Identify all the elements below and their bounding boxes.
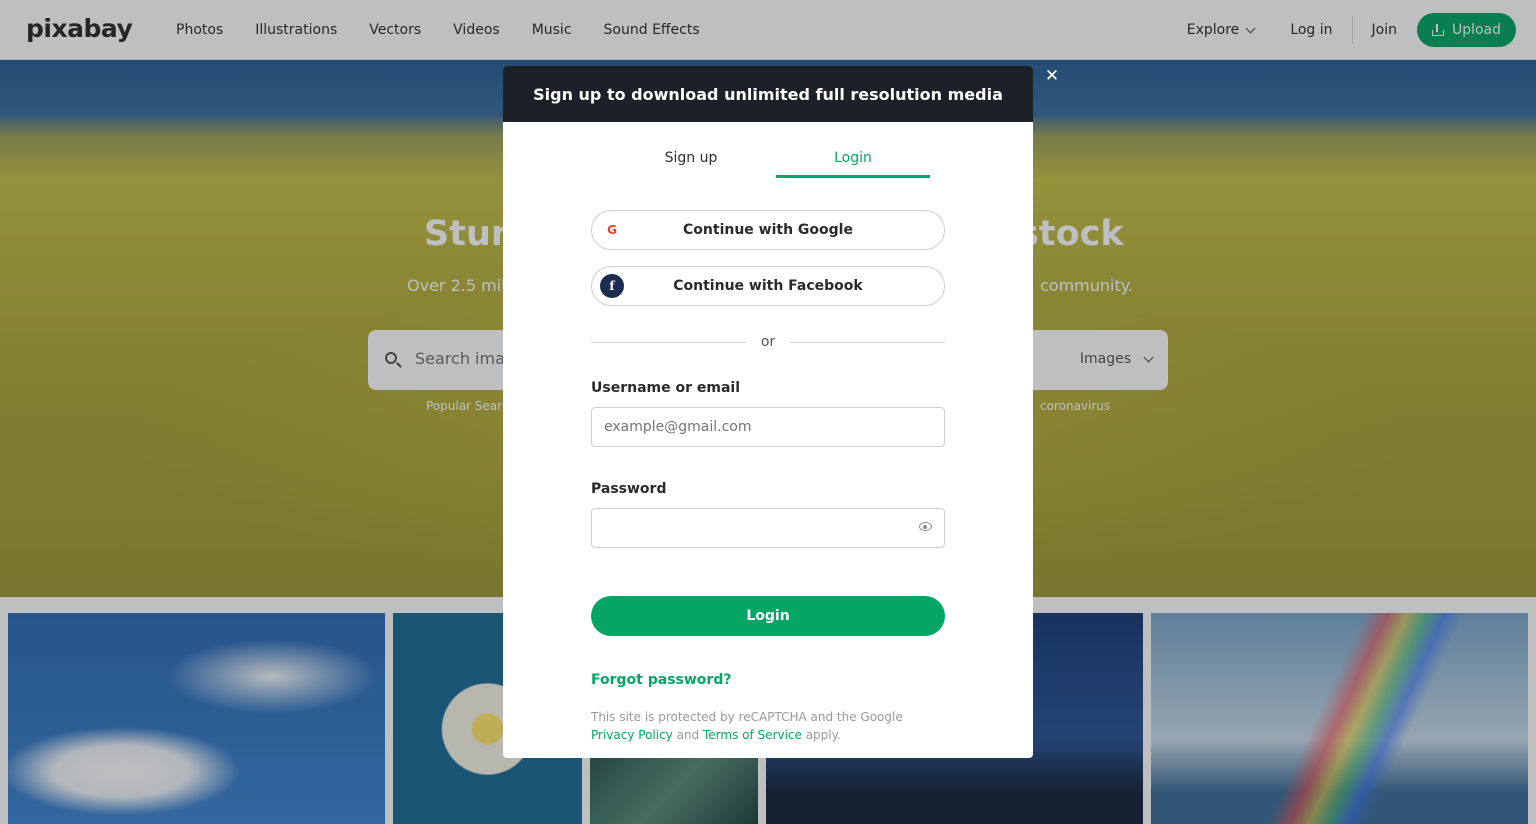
username-label: Username or email	[591, 380, 740, 396]
eye-icon[interactable]	[919, 522, 932, 531]
google-login-button[interactable]: G Continue with Google	[591, 210, 945, 250]
google-icon: G	[600, 218, 624, 242]
terms-of-service-link[interactable]: Terms of Service	[703, 728, 802, 742]
or-divider: or	[591, 332, 946, 352]
legal-suffix: apply.	[801, 728, 841, 742]
tab-signup[interactable]: Sign up	[606, 150, 776, 178]
facebook-login-button[interactable]: f Continue with Facebook	[591, 266, 945, 306]
recaptcha-notice: This site is protected by reCAPTCHA and …	[591, 708, 945, 744]
auth-tabs: Sign up Login	[606, 150, 930, 178]
legal-and: and	[672, 728, 703, 742]
forgot-password-link[interactable]: Forgot password?	[591, 672, 731, 688]
divider-line	[790, 341, 946, 343]
login-submit-button[interactable]: Login	[591, 596, 945, 636]
password-label: Password	[591, 481, 667, 497]
google-label: Continue with Google	[683, 222, 853, 238]
facebook-label: Continue with Facebook	[673, 278, 863, 294]
signup-login-modal: Sign up to download unlimited full resol…	[503, 66, 1033, 758]
facebook-icon: f	[600, 274, 624, 298]
close-icon[interactable]: ✕	[1044, 68, 1060, 85]
legal-prefix: This site is protected by reCAPTCHA and …	[591, 710, 903, 724]
username-email-field[interactable]	[591, 407, 945, 447]
privacy-policy-link[interactable]: Privacy Policy	[591, 728, 673, 742]
modal-heading: Sign up to download unlimited full resol…	[503, 66, 1033, 122]
tab-login[interactable]: Login	[776, 150, 930, 178]
divider-line	[591, 341, 746, 343]
or-text: or	[760, 334, 776, 350]
password-field[interactable]	[591, 508, 945, 548]
